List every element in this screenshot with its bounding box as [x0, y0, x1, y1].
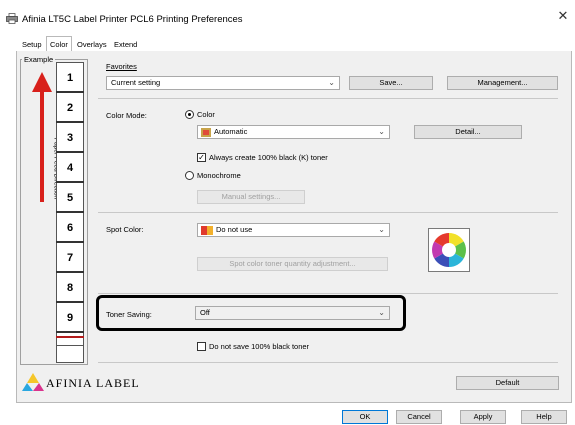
label-cell: 9 [56, 303, 84, 333]
label-gap-marker [56, 336, 84, 340]
favorites-value: Current setting [111, 78, 161, 87]
tab-setup[interactable]: Setup [19, 38, 45, 52]
afinia-logo-icon [22, 372, 44, 392]
manual-settings-button[interactable]: Manual settings... [197, 190, 305, 204]
feed-arrow-icon [40, 92, 44, 202]
help-button[interactable]: Help [521, 410, 567, 424]
divider [98, 212, 558, 213]
example-label: Example [22, 55, 56, 64]
color-radio[interactable] [185, 110, 194, 119]
close-icon[interactable]: ✕ [556, 9, 570, 23]
favorites-dropdown[interactable]: Current setting ⌄ [106, 76, 340, 90]
default-button[interactable]: Default [456, 376, 559, 390]
no-save-black-label: Do not save 100% black toner [209, 342, 310, 351]
detail-button[interactable]: Detail... [414, 125, 522, 139]
label-cell: 6 [56, 213, 84, 243]
brand-logo-text: AFINIA LABEL [46, 376, 140, 390]
color-radio-label: Color [197, 110, 215, 119]
apply-button[interactable]: Apply [460, 410, 506, 424]
color-profile-icon [201, 128, 211, 137]
label-cell: 1 [56, 63, 84, 93]
color-mode-label: Color Mode: [106, 111, 147, 120]
color-wheel-icon [428, 228, 470, 272]
spot-color-label: Spot Color: [106, 225, 144, 234]
spot-color-adjust-button[interactable]: Spot color toner quantity adjustment... [197, 257, 388, 271]
chevron-down-icon: ⌄ [378, 127, 385, 136]
tab-overlays[interactable]: Overlays [74, 38, 110, 52]
divider [98, 98, 558, 99]
always-black-label: Always create 100% black (K) toner [209, 153, 328, 162]
favorites-label: Favorites [106, 62, 137, 71]
spot-color-dropdown[interactable]: Do not use ⌄ [197, 223, 390, 237]
label-cell: 4 [56, 153, 84, 183]
label-cell: 3 [56, 123, 84, 153]
label-cell-blank [56, 345, 84, 363]
color-profile-dropdown[interactable]: Automatic ⌄ [197, 125, 390, 139]
label-cell: 2 [56, 93, 84, 123]
label-cell: 5 [56, 183, 84, 213]
monochrome-radio[interactable] [185, 171, 194, 180]
divider [98, 293, 558, 294]
tab-extend[interactable]: Extend [111, 38, 140, 52]
spot-color-icon [201, 226, 213, 235]
monochrome-radio-label: Monochrome [197, 171, 241, 180]
label-cell: 8 [56, 273, 84, 303]
chevron-down-icon: ⌄ [328, 78, 335, 87]
chevron-down-icon: ⌄ [378, 225, 385, 234]
printer-icon [6, 13, 18, 24]
divider [98, 362, 558, 363]
window-title: Afinia LT5C Label Printer PCL6 Printing … [22, 14, 243, 25]
feed-arrow-head [32, 72, 52, 92]
save-button[interactable]: Save... [349, 76, 433, 90]
label-cell: 7 [56, 243, 84, 273]
toner-saving-highlight [96, 295, 406, 331]
management-button[interactable]: Management... [447, 76, 558, 90]
tab-color[interactable]: Color [46, 36, 72, 52]
no-save-black-checkbox[interactable] [197, 342, 206, 351]
always-black-checkbox[interactable]: ✓ [197, 153, 206, 162]
ok-button[interactable]: OK [342, 410, 388, 424]
cancel-button[interactable]: Cancel [396, 410, 442, 424]
